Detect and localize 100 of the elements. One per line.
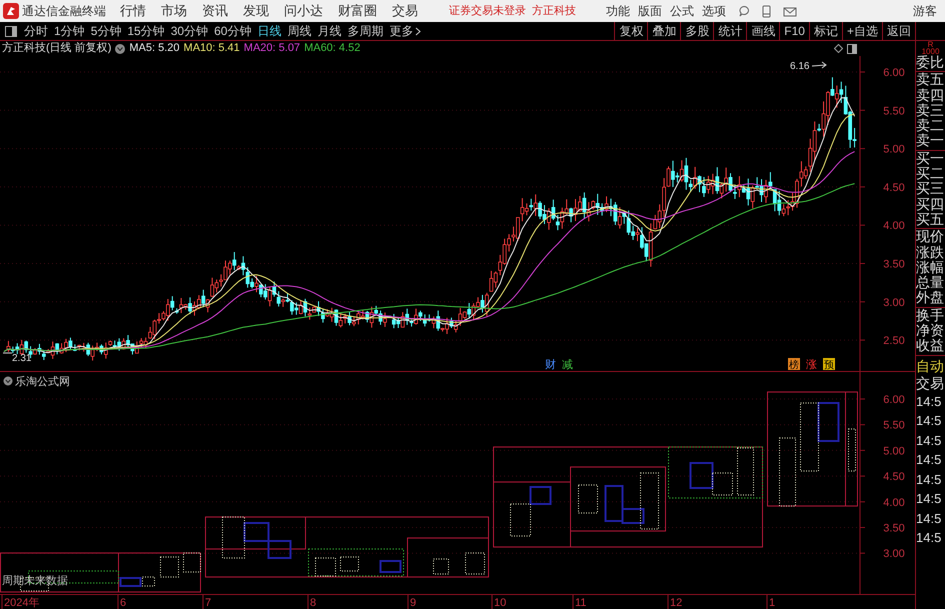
menu-item[interactable]: 版面 [638,2,662,20]
date-label: 1 [769,597,776,609]
quote-label: 买二 [916,166,945,182]
axis-label: 3.00 [883,296,905,309]
toolbar-button[interactable]: 标记 [808,22,842,40]
period-tab[interactable]: 周线 [284,22,314,40]
quote-label: 外盘 [916,290,945,306]
trade-time: 14:5 [916,412,942,430]
date-label: 12 [670,597,682,609]
period-tab[interactable]: 多周期 [344,22,386,40]
event-marker: 预 [823,358,835,371]
ma-value: MA5: 5.20 [129,41,180,56]
date-label: 6 [120,597,126,609]
quote-label: 净资 [916,323,945,338]
date-label: 9 [410,597,416,609]
axis-label: 6.00 [883,394,905,406]
toolbar-button[interactable]: 画线 [746,22,780,40]
menu-item[interactable]: 问小达 [284,1,323,21]
period-tab[interactable]: 15分钟 [124,22,168,40]
axis-label: 4.00 [883,220,905,232]
menu-item[interactable]: 公式 [670,2,694,20]
axis-label: 5.00 [883,144,905,156]
trade-time: 14:5 [916,392,942,411]
toolbar-button[interactable]: 返回 [882,22,915,40]
quote-label: 总量 [916,275,945,290]
toolbar-button[interactable]: 复权 [614,22,648,40]
low-price-label: 2.31 [12,353,32,364]
period-tab[interactable]: 月线 [314,22,344,40]
quote-label: 买三 [916,181,945,197]
period-tab[interactable]: 更多 [386,22,424,40]
trade-label: 交易 [916,374,945,392]
ma-value: MA10: 5.41 [184,41,240,56]
trade-time: 14:5 [916,432,942,450]
axis-label: 5.00 [883,445,905,458]
trade-time: 14:5 [916,451,942,470]
period-tab[interactable]: 30分钟 [168,22,212,40]
period-tab[interactable]: 1分钟 [51,22,88,40]
axis-label: 5.50 [883,105,905,118]
axis-label: 4.50 [883,471,905,484]
menu-item[interactable]: 选项 [702,2,726,20]
event-marker: 榜 [788,358,800,371]
high-price-label: 6.16 [790,61,810,72]
toolbar-button[interactable]: 统计 [713,22,746,40]
auto-trade-label[interactable]: 自动 [916,358,945,375]
menu-item[interactable]: 资讯 [202,1,228,21]
quote-label: 涨跌 [916,244,945,260]
event-marker: 减 [562,359,573,371]
trade-time: 14:5 [916,490,942,508]
toolbar-button[interactable]: F10 [779,22,809,40]
toolbar-button[interactable]: 多股 [680,22,714,40]
quote-label: 卖四 [916,88,945,103]
user-name[interactable]: 游客 [913,2,937,20]
quote-label: 买四 [916,196,945,212]
badge-label: R [928,41,934,48]
axis-label: 4.50 [883,182,905,194]
badge-label: 1000 [922,48,940,55]
stock-link[interactable]: 方正科技 [532,2,576,20]
period-tab[interactable]: 60分钟 [211,22,254,40]
login-notice[interactable]: 证券交易未登录 [449,2,526,20]
date-label: 7 [205,597,212,609]
menu-item[interactable]: 发现 [243,1,269,21]
period-tab[interactable]: 日线 [254,22,284,40]
quote-label: 卖二 [916,118,945,134]
trade-time: 14:5 [916,510,942,528]
quote-label: 买一 [916,150,945,166]
date-label: 8 [310,597,316,609]
menu-item[interactable]: 市场 [161,1,187,21]
axis-label: 3.00 [883,548,905,560]
axis-label: 4.00 [883,496,905,509]
stock-title: 方正科技(日线 前复权) [2,40,112,56]
menu-item[interactable]: 财富圈 [338,1,377,21]
quote-label: 换手 [916,308,945,324]
quote-label: 收益 [916,338,945,354]
period-tab[interactable]: 分时 [21,22,51,40]
axis-label: 2.50 [883,335,905,348]
event-marker: 涨 [806,359,817,371]
date-label: 2024年 [4,597,40,609]
ma-value: MA20: 5.07 [244,41,300,56]
menu-item[interactable]: 行情 [120,1,146,21]
event-marker: 财 [545,359,556,371]
indicator-note: 周期未来数据 [2,575,68,587]
trade-time: 14:5 [916,529,942,548]
toolbar-button[interactable]: +自选 [842,22,882,40]
quote-label: 涨幅 [916,260,945,276]
indicator-title: 乐淘公式网 [15,376,70,388]
toolbar-button[interactable]: 叠加 [647,22,680,40]
menu-item[interactable]: 交易 [392,1,418,21]
axis-label: 6.00 [883,67,905,79]
quote-label: 委比 [916,55,945,70]
quote-label: 卖三 [916,102,945,118]
trade-time: 14:5 [916,470,942,489]
axis-label: 3.50 [883,258,905,270]
quote-label: 卖五 [916,72,945,88]
axis-label: 5.50 [883,420,905,432]
menu-item[interactable]: 功能 [606,2,630,20]
axis-label: 3.50 [883,522,905,534]
quote-label: 买五 [916,212,945,228]
period-tab[interactable]: 5分钟 [88,22,124,40]
date-label: 11 [575,597,586,609]
ma-value: MA60: 4.52 [304,41,360,56]
